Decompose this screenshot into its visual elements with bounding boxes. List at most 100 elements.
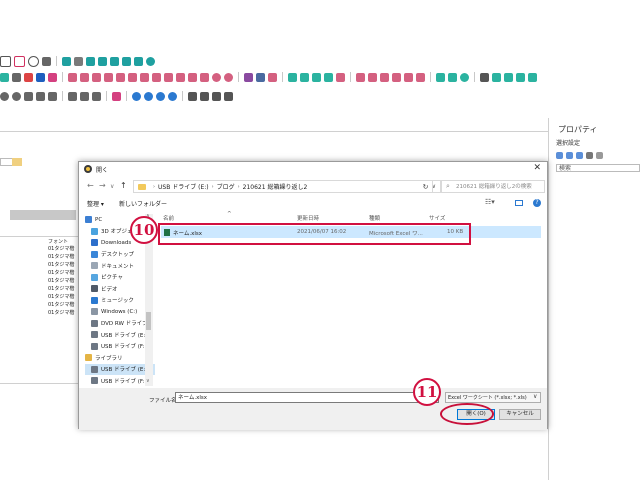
- transform-icon[interactable]: [104, 72, 113, 82]
- list-item[interactable]: 01タジマ楷: [48, 293, 78, 300]
- curve-icon[interactable]: [448, 72, 457, 82]
- ring-icon[interactable]: [460, 72, 469, 82]
- pointer-icon[interactable]: [36, 72, 45, 82]
- cancel-button[interactable]: キャンセル: [499, 409, 541, 420]
- list-item[interactable]: 01タジマ楷: [48, 277, 78, 284]
- frame-icon[interactable]: [134, 56, 143, 66]
- search-input[interactable]: 210621 総箱繰り返し2の検索: [441, 180, 545, 193]
- transform-icon[interactable]: [152, 72, 161, 82]
- text-tool-icon[interactable]: [268, 72, 277, 82]
- view-options-icon[interactable]: ☷▾: [485, 198, 495, 206]
- file-name-input[interactable]: ネーム.xlsx: [175, 392, 439, 403]
- forward-arrow-icon[interactable]: →: [99, 181, 106, 190]
- list-icon[interactable]: [586, 151, 593, 159]
- pattern-icon[interactable]: [516, 72, 525, 82]
- sun-icon[interactable]: [168, 91, 177, 101]
- line-icon[interactable]: [436, 72, 445, 82]
- back-arrow-icon[interactable]: ←: [87, 181, 94, 190]
- bookmark-icon[interactable]: [112, 91, 121, 101]
- rectangle-icon[interactable]: [14, 55, 25, 67]
- breadcrumb-item[interactable]: 210621 総箱繰り返し2: [243, 182, 308, 191]
- list-item[interactable]: 01タジマ楷: [48, 245, 78, 252]
- monitor-icon[interactable]: [36, 91, 45, 101]
- list-item[interactable]: 01タジマ楷: [48, 285, 78, 292]
- transform-icon[interactable]: [116, 72, 125, 82]
- transform-icon[interactable]: [92, 72, 101, 82]
- slash-icon[interactable]: [392, 72, 401, 82]
- transform-icon[interactable]: [176, 72, 185, 82]
- star-icon[interactable]: [596, 151, 603, 159]
- circle-icon[interactable]: [28, 55, 39, 67]
- help-icon[interactable]: ?: [533, 199, 541, 207]
- smile-icon[interactable]: [212, 72, 221, 82]
- scrollbar-thumb[interactable]: [146, 312, 151, 330]
- symbol-icon[interactable]: [324, 72, 333, 82]
- copy-icon[interactable]: [80, 91, 89, 101]
- triangle-icon[interactable]: [42, 56, 51, 66]
- table-icon[interactable]: [188, 91, 197, 101]
- flower-icon[interactable]: [312, 72, 321, 82]
- breadcrumb-item[interactable]: ブログ: [217, 182, 235, 191]
- gear-icon[interactable]: [146, 56, 155, 66]
- category-icon[interactable]: [576, 151, 583, 159]
- preview-pane-icon[interactable]: [515, 200, 523, 206]
- table-icon[interactable]: [200, 91, 209, 101]
- zigzag-icon[interactable]: [86, 56, 95, 66]
- lasso-icon[interactable]: [48, 72, 57, 82]
- slash-icon[interactable]: [416, 72, 425, 82]
- list-item[interactable]: 01タジマ楷: [48, 269, 78, 276]
- globe-icon[interactable]: [224, 72, 233, 82]
- transform-icon[interactable]: [80, 72, 89, 82]
- address-bar[interactable]: › USB ドライブ (E:) › ブログ › 210621 総箱繰り返し2 ∨: [133, 180, 441, 193]
- image-icon[interactable]: [256, 72, 265, 82]
- slash-icon[interactable]: [404, 72, 413, 82]
- recent-chevron-icon[interactable]: ∨: [110, 183, 114, 190]
- monitor-icon[interactable]: [48, 91, 57, 101]
- properties-search-input[interactable]: 検索: [556, 164, 640, 172]
- transform-icon[interactable]: [140, 72, 149, 82]
- diamond-icon[interactable]: [336, 72, 345, 82]
- table-icon[interactable]: [224, 91, 233, 101]
- transform-icon[interactable]: [128, 72, 137, 82]
- scroll-down-icon[interactable]: ∨: [146, 378, 150, 384]
- transform-icon[interactable]: [188, 72, 197, 82]
- brush-icon[interactable]: [0, 72, 9, 82]
- shape-icon[interactable]: [0, 55, 11, 67]
- up-arrow-icon[interactable]: ↑: [120, 181, 127, 190]
- zoom-icon[interactable]: [12, 91, 21, 101]
- heart-icon[interactable]: [132, 91, 141, 101]
- slash-icon[interactable]: [356, 72, 365, 82]
- bracket-icon[interactable]: [300, 72, 309, 82]
- cross-icon[interactable]: [480, 72, 489, 82]
- image-icon[interactable]: [244, 72, 253, 82]
- tree-icon[interactable]: [62, 56, 71, 66]
- new-folder-button[interactable]: 新しいフォルダー: [119, 199, 167, 208]
- sort-icon[interactable]: [556, 151, 563, 159]
- folder-button[interactable]: [12, 158, 22, 166]
- grid-icon[interactable]: [492, 72, 501, 82]
- slash-icon[interactable]: [380, 72, 389, 82]
- list-item[interactable]: 01タジマ楷: [48, 261, 78, 268]
- refresh-icon[interactable]: ↻: [419, 180, 433, 193]
- grid-icon[interactable]: [504, 72, 513, 82]
- chevron-down-icon[interactable]: ∨: [533, 393, 537, 400]
- paste-icon[interactable]: [92, 91, 101, 101]
- list-item[interactable]: 01タジマ楷: [48, 301, 78, 308]
- monitor-icon[interactable]: [24, 91, 33, 101]
- text-icon[interactable]: [74, 56, 83, 66]
- zoom-icon[interactable]: [0, 91, 9, 101]
- scissors-icon[interactable]: [68, 91, 77, 101]
- divide-icon[interactable]: [12, 72, 21, 82]
- file-type-select[interactable]: Excel ワークシート (*.xlsx; *.xls): [445, 392, 541, 403]
- slash-icon[interactable]: [368, 72, 377, 82]
- alphabetical-icon[interactable]: [566, 151, 573, 159]
- close-icon[interactable]: ✕: [533, 163, 541, 173]
- flower-icon[interactable]: [156, 91, 165, 101]
- transform-icon[interactable]: [68, 72, 77, 82]
- spiral-icon[interactable]: [98, 56, 107, 66]
- dialog-titlebar[interactable]: 開く ✕: [79, 162, 547, 176]
- organize-button[interactable]: 整理 ▾: [87, 199, 104, 208]
- list-item[interactable]: 01タジマ楷: [48, 309, 78, 316]
- transform-icon[interactable]: [200, 72, 209, 82]
- bracket-icon[interactable]: [288, 72, 297, 82]
